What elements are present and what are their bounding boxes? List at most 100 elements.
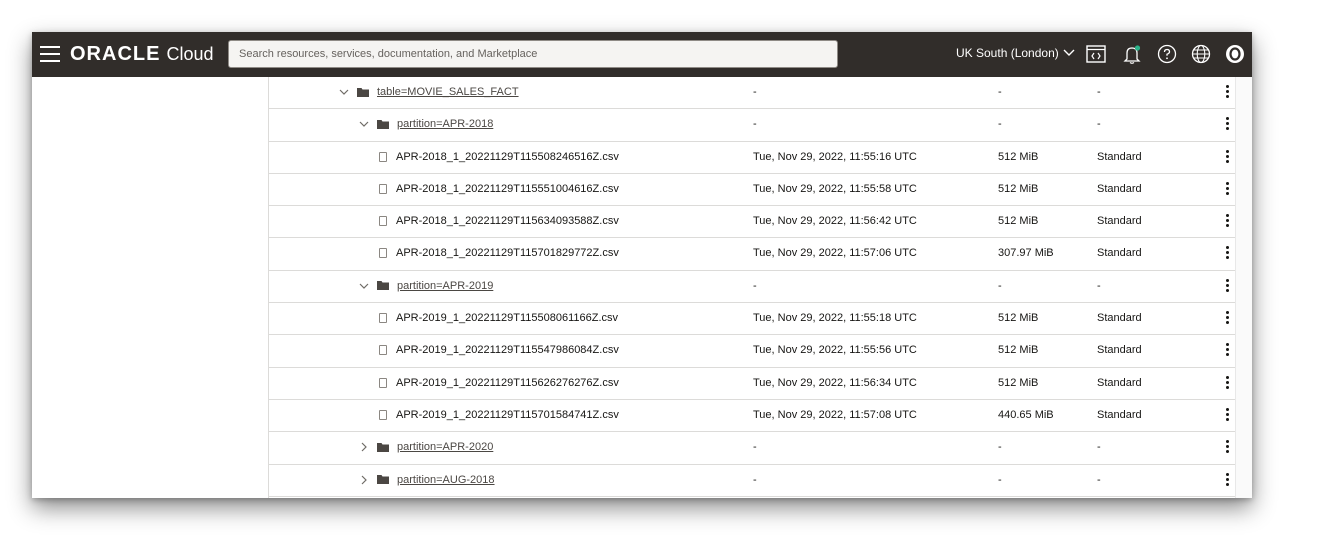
last-modified-cell: - <box>753 441 757 454</box>
name-cell: APR-2018_1_20221129T115634093588Z.csv <box>379 215 619 227</box>
help-icon[interactable] <box>1156 43 1178 65</box>
kebab-menu-icon[interactable] <box>1224 472 1230 487</box>
last-modified-cell: - <box>753 118 757 131</box>
globe-icon[interactable] <box>1190 43 1212 65</box>
object-name: APR-2018_1_20221129T115701829772Z.csv <box>396 247 619 260</box>
kebab-menu-icon[interactable] <box>1224 85 1230 99</box>
kebab-menu-icon[interactable] <box>1224 117 1230 131</box>
region-selector[interactable]: UK South (London) <box>956 46 1075 60</box>
kebab-menu-icon[interactable] <box>1224 181 1230 196</box>
storage-tier-cell: Standard <box>1097 182 1142 195</box>
folder-row[interactable]: partition=APR-2020 - - - <box>269 432 1235 465</box>
folder-icon <box>377 475 389 485</box>
name-cell: partition=APR-2018 <box>359 118 493 130</box>
name-cell: partition=APR-2020 <box>359 441 493 453</box>
menu-icon[interactable] <box>40 46 60 62</box>
object-name[interactable]: table=MOVIE_SALES_FACT <box>377 86 519 98</box>
size-cell: 440.65 MiB <box>998 408 1054 421</box>
last-modified-cell: Tue, Nov 29, 2022, 11:56:34 UTC <box>753 376 917 389</box>
main-content: table=MOVIE_SALES_FACT - - - partition=APR-2… <box>32 77 1252 498</box>
kebab-menu-icon[interactable] <box>1224 343 1230 357</box>
chevron-right-icon[interactable] <box>359 475 369 485</box>
folder-row[interactable]: table=MOVIE_SALES_FACT - - - <box>269 77 1235 110</box>
vertical-scrollbar[interactable] <box>1235 77 1252 498</box>
storage-tier-cell: Standard <box>1097 215 1142 228</box>
kebab-menu-icon[interactable] <box>1224 246 1230 260</box>
file-icon <box>379 409 387 420</box>
last-modified-cell: - <box>753 86 757 98</box>
size-cell: - <box>998 279 1002 292</box>
kebab-menu-icon[interactable] <box>1224 214 1230 228</box>
kebab-menu-icon[interactable] <box>1224 149 1230 164</box>
file-row[interactable]: APR-2019_1_20221129T115547986084Z.csv Tue… <box>269 335 1235 368</box>
objects-table: table=MOVIE_SALES_FACT - - - partition=APR-2… <box>269 77 1235 497</box>
object-name[interactable]: partition=APR-2019 <box>397 280 493 292</box>
kebab-menu-icon[interactable] <box>1224 278 1230 293</box>
name-cell: partition=APR-2019 <box>359 280 493 292</box>
folder-row[interactable]: partition=APR-2018 - - - <box>269 109 1235 142</box>
name-cell: APR-2018_1_20221129T115508246516Z.csv <box>379 151 619 163</box>
object-name: APR-2018_1_20221129T115551004616Z.csv <box>396 182 619 195</box>
storage-tier-cell: - <box>1097 473 1101 486</box>
profile-icon[interactable] <box>1224 43 1246 65</box>
logo-cloud-text: Cloud <box>166 43 214 64</box>
storage-tier-cell: Standard <box>1097 344 1142 357</box>
oracle-cloud-logo[interactable]: ORACLE Cloud <box>70 42 213 66</box>
object-name: APR-2018_1_20221129T115508246516Z.csv <box>396 150 619 163</box>
size-cell: 512 MiB <box>998 312 1039 325</box>
size-cell: 512 MiB <box>998 215 1039 228</box>
object-name[interactable]: partition=APR-2020 <box>397 441 493 453</box>
object-name: APR-2019_1_20221129T115547986084Z.csv <box>396 344 619 357</box>
folder-icon <box>377 281 389 291</box>
last-modified-cell: Tue, Nov 29, 2022, 11:55:58 UTC <box>753 182 917 195</box>
kebab-menu-icon[interactable] <box>1224 375 1230 390</box>
bell-icon[interactable] <box>1121 43 1143 65</box>
chevron-down-icon <box>1063 49 1075 56</box>
name-cell: APR-2019_1_20221129T115508061166Z.csv <box>379 312 618 324</box>
file-row[interactable]: APR-2018_1_20221129T115508246516Z.csv Tue… <box>269 142 1235 174</box>
size-cell: 512 MiB <box>998 344 1039 357</box>
object-name: APR-2019_1_20221129T115508061166Z.csv <box>396 312 619 325</box>
folder-row[interactable]: partition=APR-2019 - - - <box>269 271 1235 304</box>
file-row[interactable]: APR-2019_1_20221129T115508061166Z.csv Tue… <box>269 303 1235 336</box>
folder-icon <box>357 87 369 97</box>
name-cell: APR-2019_1_20221129T115701584741Z.csv <box>379 409 619 421</box>
search-input[interactable] <box>228 40 838 68</box>
file-row[interactable]: APR-2018_1_20221129T115634093588Z.csv Tue… <box>269 206 1235 239</box>
storage-tier-cell: - <box>1097 441 1101 454</box>
folder-icon <box>377 442 389 452</box>
last-modified-cell: Tue, Nov 29, 2022, 11:57:08 UTC <box>753 408 917 421</box>
size-cell: 512 MiB <box>998 376 1039 389</box>
storage-tier-cell: Standard <box>1097 150 1142 163</box>
kebab-menu-icon[interactable] <box>1224 440 1230 454</box>
console-window: ORACLE Cloud UK South (London) <box>32 32 1252 498</box>
kebab-menu-icon[interactable] <box>1224 311 1230 325</box>
name-cell: APR-2019_1_20221129T115547986084Z.csv <box>379 344 619 356</box>
file-row[interactable]: APR-2019_1_20221129T115701584741Z.csv Tue… <box>269 400 1235 433</box>
name-cell: partition=AUG-2018 <box>359 474 495 486</box>
chevron-down-icon[interactable] <box>359 281 369 291</box>
size-cell: - <box>998 473 1002 486</box>
object-name[interactable]: partition=APR-2018 <box>397 118 493 130</box>
name-cell: table=MOVIE_SALES_FACT <box>339 86 519 98</box>
file-icon <box>379 248 387 259</box>
file-row[interactable]: APR-2018_1_20221129T115551004616Z.csv Tue… <box>269 174 1235 207</box>
kebab-menu-icon[interactable] <box>1224 407 1230 422</box>
storage-tier-cell: - <box>1097 86 1101 98</box>
chevron-down-icon[interactable] <box>359 119 369 129</box>
file-icon <box>379 313 387 324</box>
chevron-right-icon[interactable] <box>359 442 369 452</box>
object-name[interactable]: partition=AUG-2018 <box>397 474 495 486</box>
folder-row[interactable]: partition=AUG-2018 - - - <box>269 465 1235 497</box>
file-icon <box>379 151 387 162</box>
last-modified-cell: - <box>753 473 757 486</box>
size-cell: 512 MiB <box>998 150 1039 163</box>
object-name: APR-2018_1_20221129T115634093588Z.csv <box>396 215 619 228</box>
file-row[interactable]: APR-2019_1_20221129T115626276276Z.csv Tue… <box>269 368 1235 400</box>
file-row[interactable]: APR-2018_1_20221129T115701829772Z.csv Tue… <box>269 238 1235 271</box>
folder-icon <box>377 119 389 129</box>
chevron-down-icon[interactable] <box>339 87 349 97</box>
cloud-shell-icon[interactable] <box>1085 43 1107 65</box>
size-cell: 307.97 MiB <box>998 247 1054 260</box>
storage-tier-cell: Standard <box>1097 312 1142 325</box>
